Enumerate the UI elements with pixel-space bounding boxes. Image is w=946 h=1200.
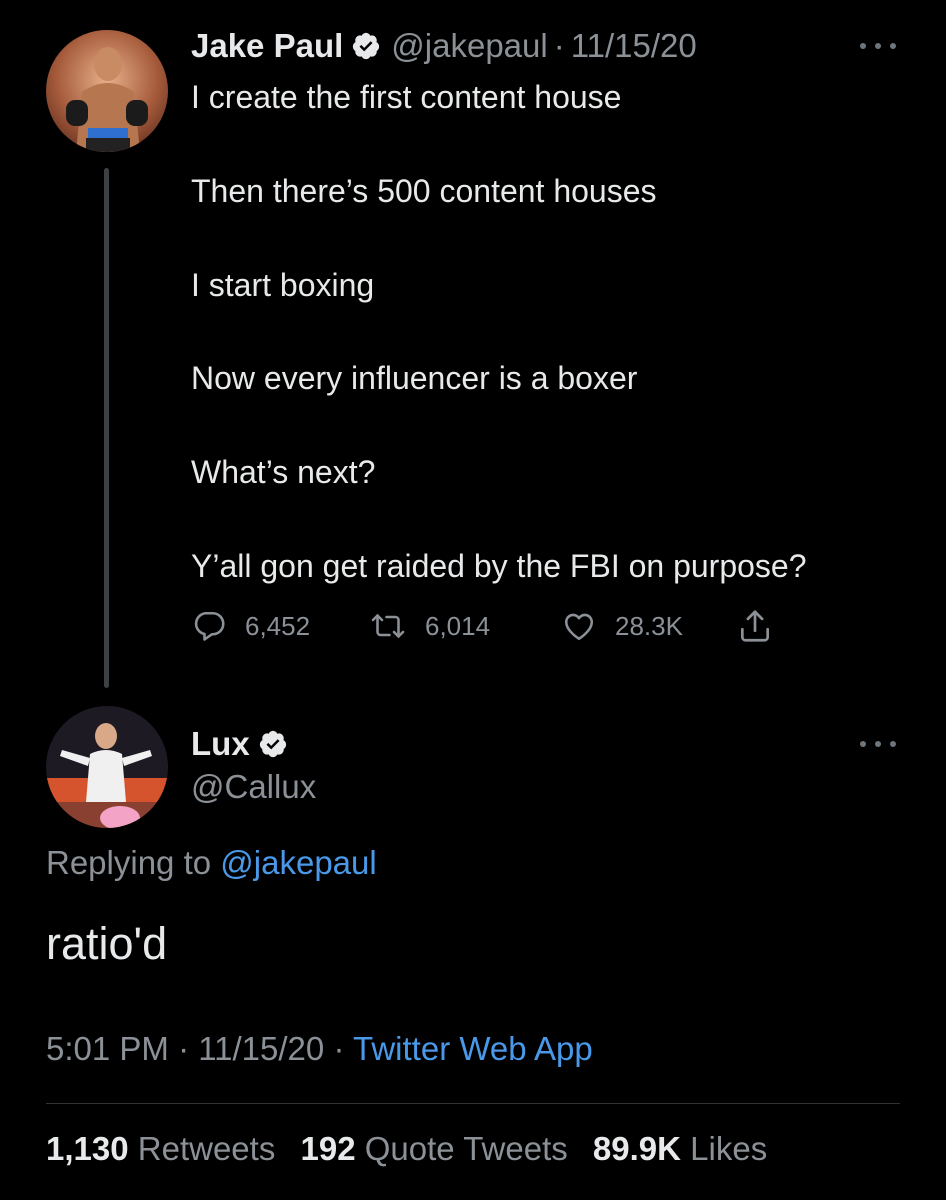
reply-tweet-text: ratio'd [46,918,168,969]
parent-author-handle[interactable]: @jakepaul [391,27,547,65]
reply-author-handle[interactable]: @Callux [191,768,316,806]
tweet-line: I create the first content house [191,79,622,115]
parent-header: Jake Paul @jakepaul · 11/15/20 [191,24,697,68]
quote-tweets-count: 192 [300,1130,356,1167]
reply-count: 6,452 [245,610,311,641]
parent-tweet-text: I create the first content house Then th… [191,74,911,590]
reply-avatar[interactable] [46,706,168,828]
tweet-line: Then there’s 500 content houses [191,172,657,209]
divider [46,1103,900,1104]
verified-badge-icon [258,729,288,759]
like-count: 28.3K [615,610,683,641]
replying-to-line: Replying to @jakepaul [46,844,377,882]
reply-meta: 5:01 PM · 11/15/20 · Twitter Web App [46,1030,593,1068]
likes-stat[interactable]: 89.9K Likes [593,1130,767,1167]
reply-date[interactable]: 11/15/20 [198,1030,324,1067]
heart-icon [561,608,597,644]
reply-author-name[interactable]: Lux [191,725,250,763]
reply-source-link[interactable]: Twitter Web App [353,1030,593,1067]
share-icon [736,606,774,646]
thread-connector-line [104,168,109,688]
header-separator: · [553,27,565,64]
share-button[interactable] [736,604,774,648]
replying-to-label: Replying to [46,844,212,881]
retweets-label: Retweets [137,1130,276,1167]
tweet-line: I start boxing [191,266,375,303]
retweet-icon [369,608,407,644]
parent-avatar[interactable] [46,30,168,152]
reply-time[interactable]: 5:01 PM [46,1030,169,1067]
like-button[interactable]: 28.3K [561,604,683,648]
more-options-icon[interactable] [860,36,896,56]
quote-tweets-label: Quote Tweets [364,1130,568,1167]
replying-to-mention[interactable]: @jakepaul [220,844,376,881]
parent-author-name[interactable]: Jake Paul [191,27,343,65]
tweet-line: Y’all gon get raided by the FBI on purpo… [191,547,807,584]
reply-icon [191,608,227,644]
likes-label: Likes [690,1130,768,1167]
reply-header: Lux [191,722,298,766]
engagement-stats: 1,130 Retweets 192 Quote Tweets 89.9K Li… [46,1130,767,1168]
reply-button[interactable]: 6,452 [191,604,310,648]
tweet-line: Now every influencer is a boxer [191,360,638,397]
meta-separator: · [178,1030,190,1067]
quote-tweets-stat[interactable]: 192 Quote Tweets [301,1130,568,1167]
tweet-line: What’s next? [191,454,376,491]
parent-date[interactable]: 11/15/20 [571,27,697,65]
retweets-stat[interactable]: 1,130 Retweets [46,1130,275,1167]
likes-count: 89.9K [592,1130,681,1167]
meta-separator: · [333,1030,345,1067]
verified-badge-icon [351,31,381,61]
retweet-count: 6,014 [425,610,491,641]
retweets-count: 1,130 [46,1130,129,1167]
more-options-icon[interactable] [860,734,896,754]
retweet-button[interactable]: 6,014 [369,604,490,648]
